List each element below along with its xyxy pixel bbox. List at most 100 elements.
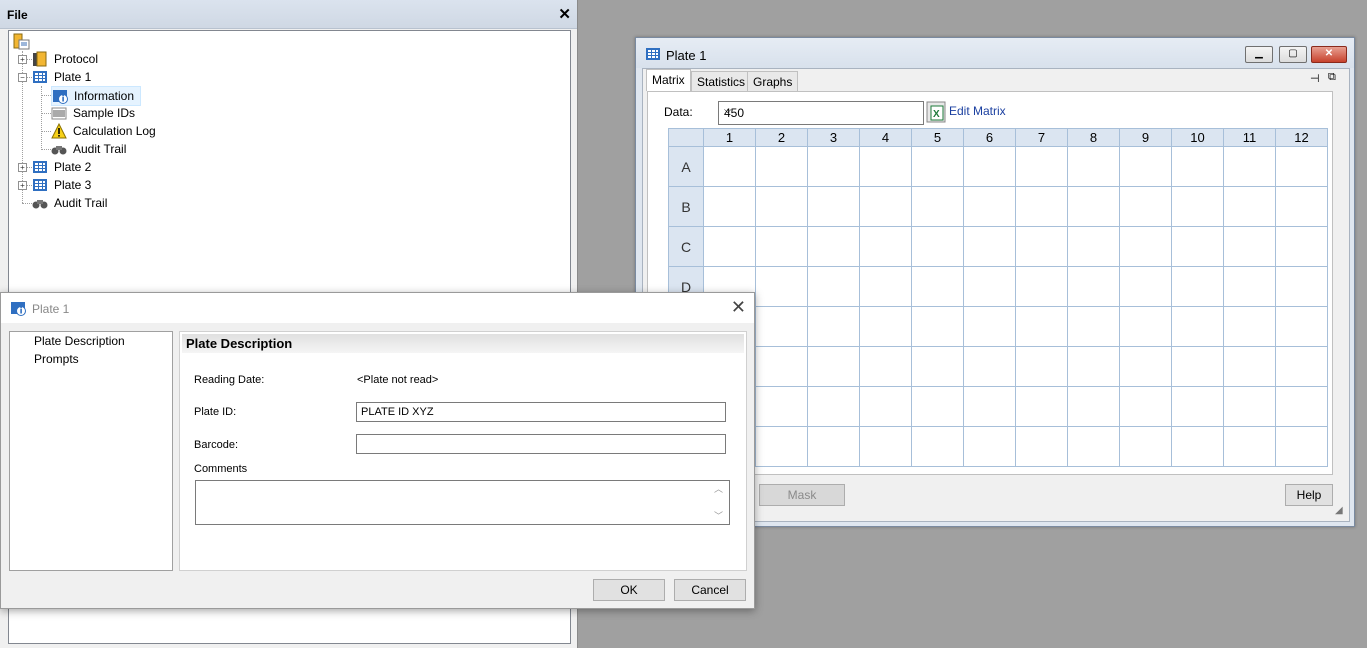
mask-button[interactable]: Mask [759, 484, 845, 506]
well-cell[interactable] [1119, 226, 1172, 267]
well-cell[interactable] [1171, 386, 1224, 427]
cancel-button[interactable]: Cancel [674, 579, 746, 601]
well-cell[interactable] [1015, 426, 1068, 467]
well-cell[interactable] [755, 186, 808, 227]
edit-matrix-link[interactable]: Edit Matrix [949, 104, 1006, 118]
minimize-button[interactable]: ▁ [1245, 46, 1273, 63]
well-cell[interactable] [963, 186, 1016, 227]
well-cell[interactable] [703, 186, 756, 227]
well-cell[interactable] [755, 386, 808, 427]
data-select[interactable]: 450 ⌵ [718, 101, 924, 125]
well-cell[interactable] [963, 426, 1016, 467]
maximize-button[interactable]: ▢ [1279, 46, 1307, 63]
well-cell[interactable] [859, 186, 912, 227]
restore-icon[interactable]: ⧉ [1328, 71, 1336, 84]
well-cell[interactable] [807, 146, 860, 187]
well-cell[interactable] [1171, 146, 1224, 187]
well-cell[interactable] [1067, 426, 1120, 467]
well-cell[interactable] [755, 226, 808, 267]
well-cell[interactable] [963, 226, 1016, 267]
well-cell[interactable] [1119, 186, 1172, 227]
expand-plate-3-toggle[interactable]: + [18, 181, 27, 190]
well-cell[interactable] [1223, 306, 1276, 347]
well-cell[interactable] [755, 266, 808, 307]
well-cell[interactable] [1275, 266, 1328, 307]
well-cell[interactable] [911, 306, 964, 347]
well-cell[interactable] [1223, 266, 1276, 307]
well-cell[interactable] [807, 426, 860, 467]
well-cell[interactable] [859, 226, 912, 267]
well-cell[interactable] [807, 386, 860, 427]
well-cell[interactable] [1119, 266, 1172, 307]
well-cell[interactable] [963, 386, 1016, 427]
barcode-field[interactable] [356, 434, 726, 454]
well-cell[interactable] [1275, 386, 1328, 427]
well-cell[interactable] [1171, 186, 1224, 227]
well-cell[interactable] [1067, 386, 1120, 427]
well-cell[interactable] [1275, 306, 1328, 347]
well-cell[interactable] [1015, 146, 1068, 187]
well-cell[interactable] [1171, 346, 1224, 387]
well-cell[interactable] [1171, 226, 1224, 267]
well-cell[interactable] [1067, 186, 1120, 227]
well-cell[interactable] [911, 226, 964, 267]
well-cell[interactable] [963, 266, 1016, 307]
close-icon[interactable]: ✕ [558, 5, 571, 23]
close-button[interactable]: ✕ [1311, 46, 1347, 63]
well-cell[interactable] [1015, 266, 1068, 307]
well-cell[interactable] [807, 226, 860, 267]
expand-protocol-toggle[interactable]: + [18, 55, 27, 64]
well-cell[interactable] [859, 426, 912, 467]
well-cell[interactable] [1067, 226, 1120, 267]
well-cell[interactable] [1223, 386, 1276, 427]
well-cell[interactable] [755, 346, 808, 387]
tab-statistics[interactable]: Statistics [691, 71, 752, 92]
well-cell[interactable] [1119, 426, 1172, 467]
comments-textarea[interactable] [195, 480, 730, 525]
well-cell[interactable] [755, 426, 808, 467]
well-cell[interactable] [1275, 426, 1328, 467]
tab-matrix[interactable]: Matrix [646, 69, 691, 91]
well-cell[interactable] [807, 346, 860, 387]
well-cell[interactable] [1119, 146, 1172, 187]
well-cell[interactable] [911, 346, 964, 387]
well-cell[interactable] [1275, 186, 1328, 227]
well-cell[interactable] [1223, 426, 1276, 467]
well-cell[interactable] [1223, 186, 1276, 227]
well-cell[interactable] [1275, 226, 1328, 267]
well-cell[interactable] [963, 306, 1016, 347]
well-cell[interactable] [1015, 186, 1068, 227]
well-cell[interactable] [755, 306, 808, 347]
well-cell[interactable] [1067, 146, 1120, 187]
well-cell[interactable] [911, 186, 964, 227]
well-cell[interactable] [859, 386, 912, 427]
well-cell[interactable] [911, 386, 964, 427]
well-cell[interactable] [859, 306, 912, 347]
help-button[interactable]: Help [1285, 484, 1333, 506]
pin-icon[interactable]: ⊣ [1310, 72, 1320, 85]
scroll-down-icon[interactable]: ﹀ [714, 509, 723, 522]
well-cell[interactable] [1223, 146, 1276, 187]
close-icon[interactable]: ✕ [731, 297, 746, 318]
well-cell[interactable] [963, 146, 1016, 187]
well-cell[interactable] [1067, 266, 1120, 307]
ok-button[interactable]: OK [593, 579, 665, 601]
excel-icon[interactable]: X [926, 101, 946, 123]
tab-graphs[interactable]: Graphs [747, 71, 799, 92]
well-cell[interactable] [1015, 226, 1068, 267]
tree-item-information[interactable]: Information [51, 86, 141, 106]
collapse-plate-1-toggle[interactable]: − [18, 73, 27, 82]
well-cell[interactable] [807, 306, 860, 347]
well-cell[interactable] [1223, 346, 1276, 387]
well-cell[interactable] [859, 346, 912, 387]
well-cell[interactable] [1171, 266, 1224, 307]
well-cell[interactable] [1067, 346, 1120, 387]
well-cell[interactable] [859, 146, 912, 187]
well-cell[interactable] [911, 426, 964, 467]
well-cell[interactable] [703, 146, 756, 187]
nav-item-plate-description[interactable]: Plate Description [34, 334, 125, 348]
well-cell[interactable] [1171, 426, 1224, 467]
well-cell[interactable] [1015, 346, 1068, 387]
well-cell[interactable] [1015, 386, 1068, 427]
well-cell[interactable] [963, 346, 1016, 387]
